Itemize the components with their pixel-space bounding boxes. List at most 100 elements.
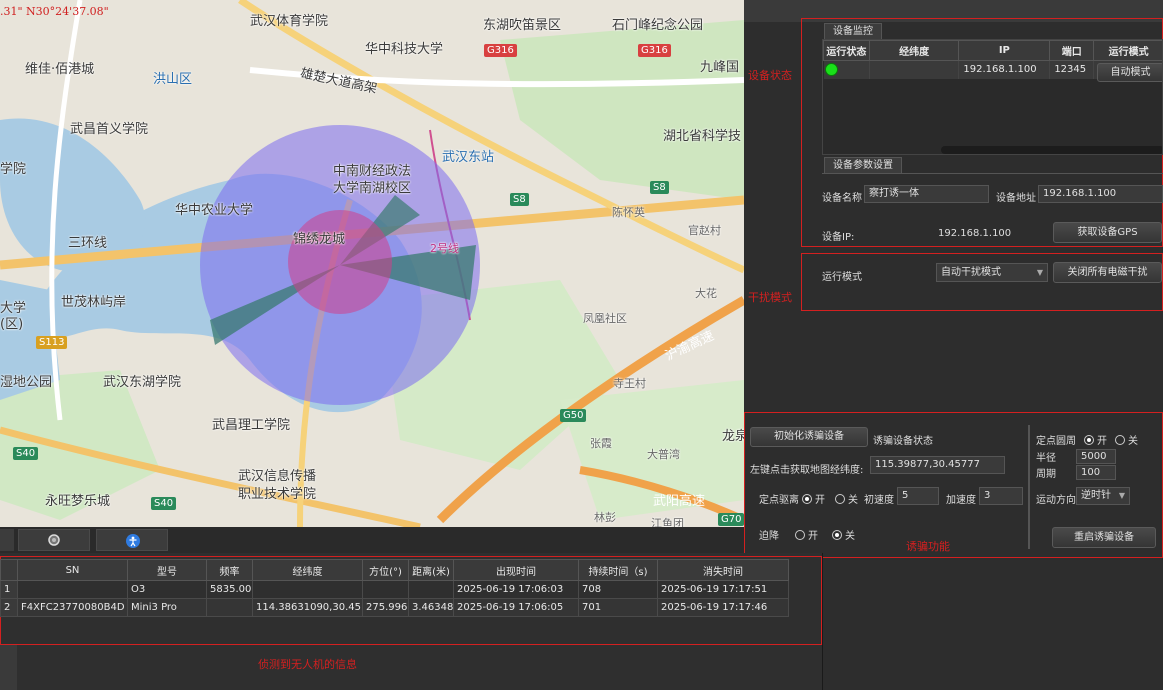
column-header[interactable]: 频率 [206,559,253,581]
accessibility-icon [126,534,140,548]
force-land-label: 迫降 [759,531,779,542]
radio-label: 开 [1097,436,1107,447]
accel-field[interactable]: 3 [979,487,1023,505]
column-header[interactable]: 距离(米) [408,559,454,581]
column-header[interactable]: 经纬度 [252,559,363,581]
road-tag: S40 [151,497,177,510]
column-header[interactable]: 方位(°) [362,559,409,581]
auto-mode-button[interactable]: 自动模式 [1097,63,1162,82]
table-cell: 2025-06-19 17:06:05 [453,598,579,617]
map-label: 凤凰社区 [583,312,627,325]
map-label: 张霞 [590,437,612,450]
radio-icon [835,494,845,504]
ip-cell: 192.168.1.100 [958,60,1051,79]
device-name-label: 设备名称 [822,193,862,204]
latlng-cell [869,60,960,79]
init-spoof-button[interactable]: 初始化诱骗设备 [750,427,868,447]
radio-label: 关 [845,531,855,542]
circle-off-radio[interactable]: 关 [1115,432,1138,447]
get-gps-button[interactable]: 获取设备GPS [1053,222,1162,243]
circle-on-radio[interactable]: 开 [1084,432,1107,447]
accessibility-tool-button[interactable] [96,529,168,551]
road-tag: G70 [718,513,744,526]
tab-device-params[interactable]: 设备参数设置 [824,157,902,174]
map-label: 石门峰纪念公园 [612,18,704,33]
radio-icon [1115,435,1125,445]
column-header[interactable]: 消失时间 [657,559,789,581]
column-header[interactable]: IP [958,40,1051,61]
device-table-container: 运行状态 经纬度 IP 端口 运行模式 192.168.1.100 12345 … [822,39,1163,155]
tab-device-monitor[interactable]: 设备监控 [824,23,882,40]
spoof-label: 诱骗功能 [906,540,950,553]
map-label: 职业技术学院 [238,487,317,502]
status-cell [823,60,870,79]
map-label: 湿地公园 [0,375,53,390]
column-header[interactable]: SN [17,559,128,581]
direction-select[interactable]: 逆时针 ▼ [1076,487,1130,505]
radio-icon [795,530,805,540]
column-header[interactable]: 运行状态 [823,40,870,61]
drone-section-label: 侦测到无人机的信息 [258,658,357,671]
circle-label: 定点圆周 [1036,436,1076,447]
map-label: 武昌理工学院 [212,418,291,433]
fixed-drift-off-radio[interactable]: 关 [835,491,858,506]
run-mode-value: 自动干扰模式 [941,267,1001,278]
table-cell [408,580,454,599]
force-land-off-radio[interactable]: 关 [832,527,855,542]
column-header[interactable]: 持续时间（s) [578,559,658,581]
period-field[interactable]: 100 [1076,465,1116,480]
map-label: 武汉信息传播 [238,469,317,484]
map-label: 锦绣龙城 [293,232,346,247]
map-label: 世茂林屿岸 [61,295,127,310]
map-label: 武阳高速 [653,494,706,509]
search-tool-button[interactable] [18,529,90,551]
table-row[interactable]: 1 O3 5835.00 2025-06-19 17:06:03 708 2025-06-… [0,580,789,599]
column-header[interactable]: 型号 [127,559,207,581]
column-header[interactable] [0,559,18,581]
drone-table-container: SN 型号 频率 经纬度 方位(°) 距离(米) 出现时间 持续时间（s) 消失时间 1 O3 58… [0,559,789,617]
map-label: 三环线 [68,236,108,251]
column-header[interactable]: 端口 [1049,40,1095,61]
map-label: 武汉东湖学院 [103,375,182,390]
init-speed-field[interactable]: 5 [897,487,939,505]
column-header[interactable]: 运行模式 [1093,40,1162,61]
column-header[interactable]: 出现时间 [453,559,579,581]
drone-table: SN 型号 频率 经纬度 方位(°) 距离(米) 出现时间 持续时间（s) 消失时间 1 O3 58… [0,559,789,617]
search-icon [48,534,60,546]
device-addr-field[interactable]: 192.168.1.100 [1038,185,1163,203]
toolbar-edge [0,529,14,551]
table-cell [252,580,363,599]
map-label: 江鱼团 [651,517,684,527]
map-label: (区) [0,317,24,332]
radius-field[interactable]: 5000 [1076,449,1116,464]
radio-label: 开 [808,531,818,542]
accel-label: 加速度 [946,495,976,506]
coordinate-readout: .31" N30°24'37.08" [0,5,109,18]
table-cell: 3.46348 [408,598,454,617]
chevron-down-icon: ▼ [1036,268,1043,277]
table-cell: 2025-06-19 17:17:51 [657,580,789,599]
device-status-label: 设备状态 [748,69,792,82]
fixed-drift-on-radio[interactable]: 开 [802,491,825,506]
map-view[interactable]: .31" N30°24'37.08" 武汉体育学院 华中科技大学 东湖吹笛景区 … [0,0,744,527]
road-tag: G316 [638,44,671,57]
map-label: 东湖吹笛景区 [483,18,562,33]
horizontal-scrollbar[interactable] [941,146,1162,154]
device-name-field[interactable]: 察打诱一体 [864,185,989,203]
map-click-latlng-field[interactable]: 115.39877,30.45777 [870,456,1005,474]
force-land-on-radio[interactable]: 开 [795,527,818,542]
map-label: 武汉体育学院 [250,14,329,29]
map-label: 大普湾 [647,448,680,461]
table-cell: 2025-06-19 17:06:03 [453,580,579,599]
spoof-status-label: 诱骗设备状态 [873,436,933,447]
chevron-down-icon: ▼ [1118,491,1125,500]
table-row[interactable]: 2 F4XFC23770080B4D Mini3 Pro 114.38631090,3… [0,598,789,617]
restart-spoof-button[interactable]: 重启诱骗设备 [1052,527,1156,548]
close-all-interference-button[interactable]: 关闭所有电磁干扰 [1053,262,1162,283]
column-header[interactable]: 经纬度 [868,40,960,61]
map-label: 九峰国 [700,60,740,75]
table-cell: O3 [127,580,207,599]
run-mode-select[interactable]: 自动干扰模式 ▼ [936,263,1048,282]
run-mode-label: 运行模式 [822,272,862,283]
divider [822,173,1163,174]
